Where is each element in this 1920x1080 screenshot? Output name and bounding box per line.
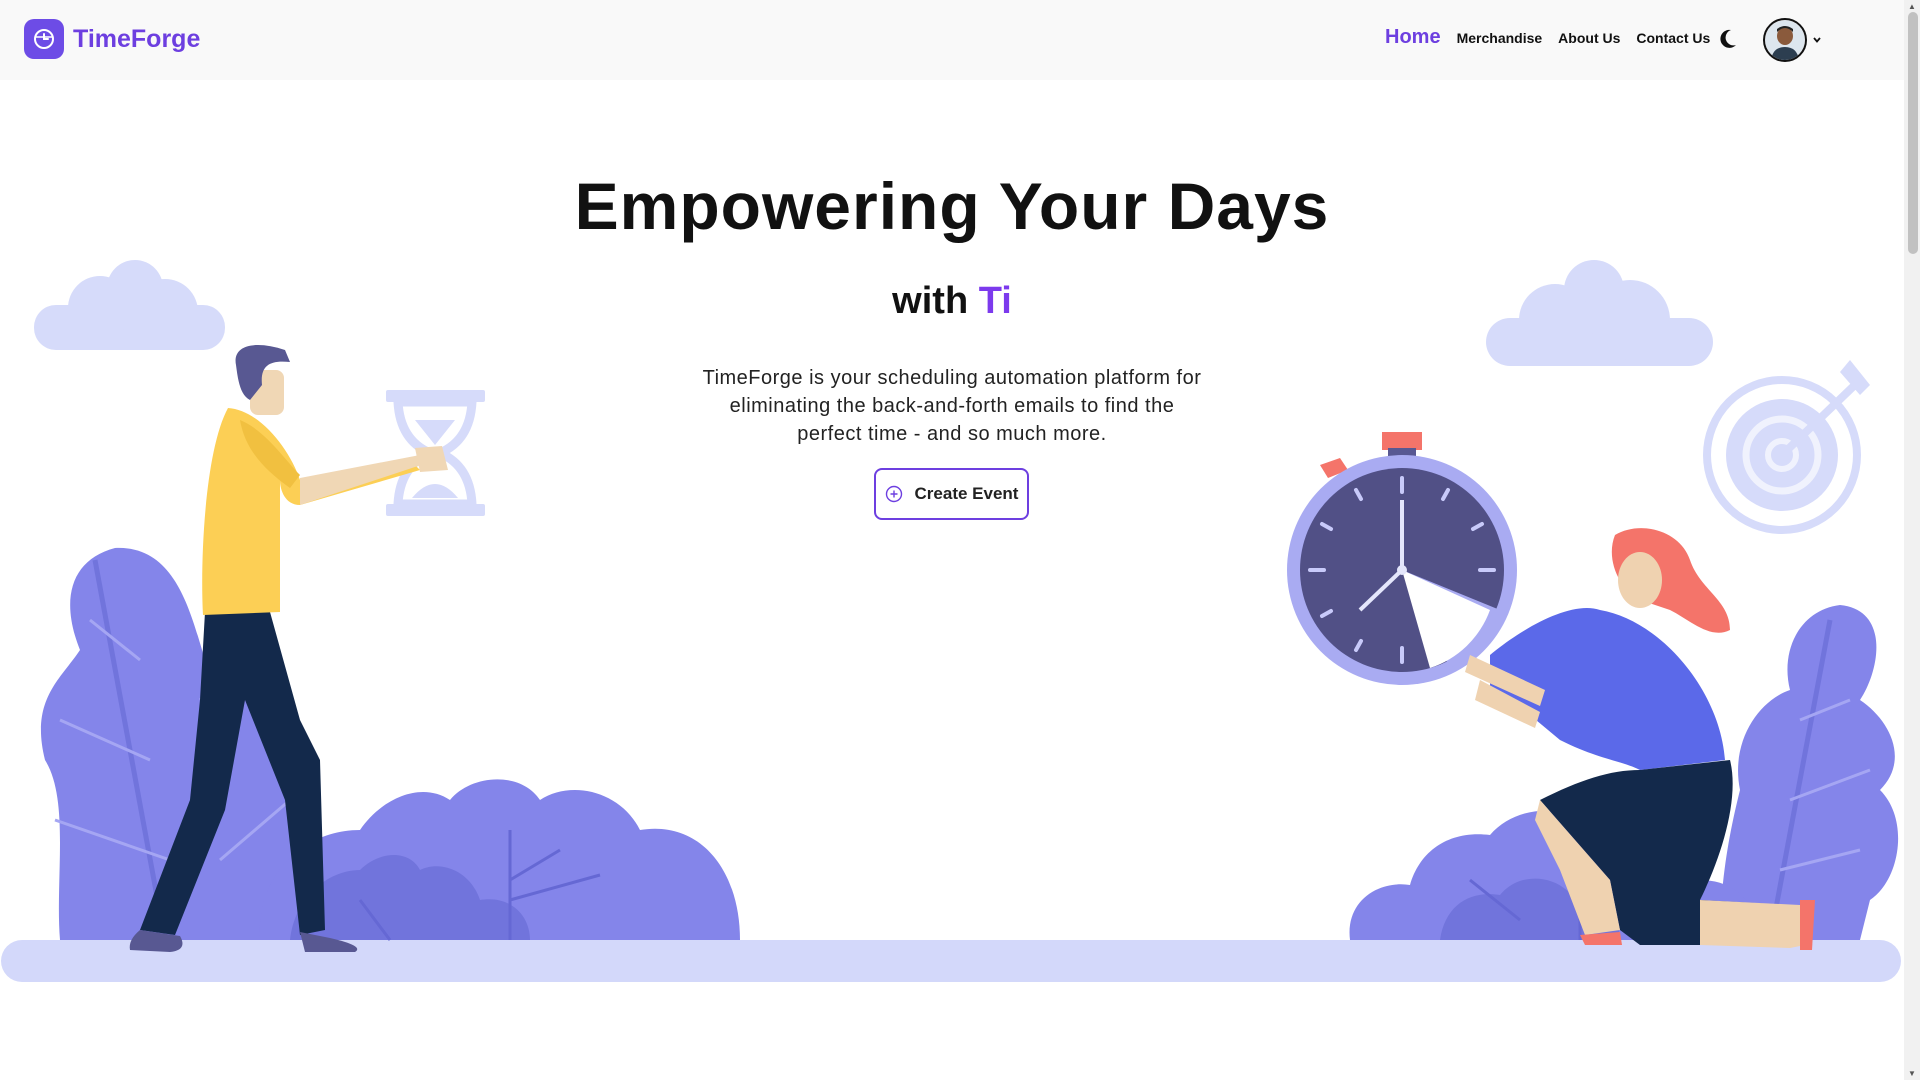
create-event-button[interactable]: Create Event [874,468,1029,520]
hero-title: Empowering Your Days [574,169,1330,243]
scroll-thumb[interactable] [1908,12,1918,254]
hero-description: TimeForge is your scheduling automation … [702,367,1202,445]
create-event-label: Create Event [914,484,1019,503]
hero-subtitle-highlight: Ti [978,280,1012,322]
ground-strip [1,940,1901,982]
stopwatch [1287,432,1517,685]
left-round-bush [259,779,740,941]
hero-subtitle: with Ti [0,280,1904,323]
hero-illustration [1,260,1901,982]
scroll-down-icon[interactable]: ▼ [1908,1069,1916,1078]
hero-subtitle-prefix: with [892,280,969,322]
page-scrollbar[interactable]: ▲ ▼ [1904,0,1920,1080]
target-arrow [1703,360,1870,534]
scroll-up-icon[interactable]: ▲ [1908,2,1916,11]
right-leaf-bush [1720,605,1899,941]
plus-circle-icon [885,485,902,503]
